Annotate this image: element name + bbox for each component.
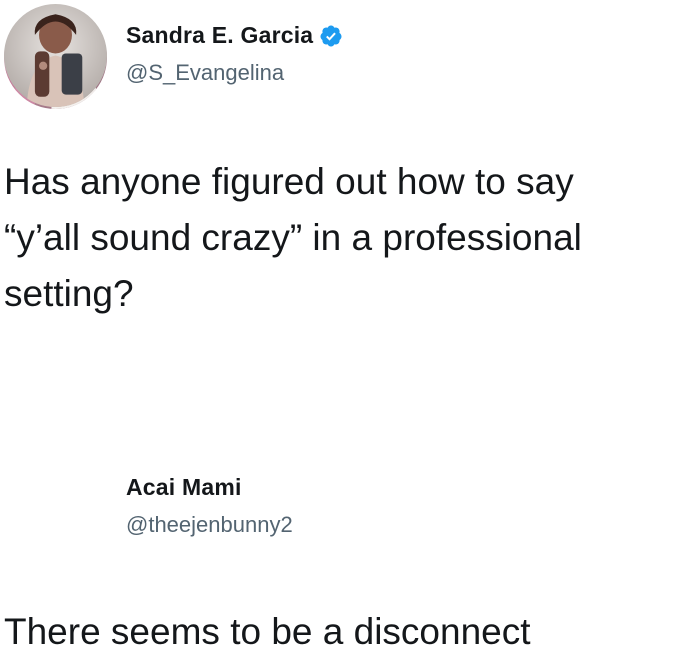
tweet-text-line: “y’all sound crazy” in a professional [4,217,582,258]
tweet-text: Has anyone figured out how to say “y’all… [4,154,700,322]
tweet-text-line: setting? [4,273,134,314]
author-display-name[interactable]: Sandra E. Garcia [126,22,313,49]
tweet-text: There seems to be a disconnect [4,604,700,660]
author-name-row: Acai Mami [126,474,242,501]
author-name-row: Sandra E. Garcia [126,22,343,49]
verified-badge-icon [319,24,343,48]
author-handle[interactable]: @S_Evangelina [126,60,284,86]
profile-avatar[interactable] [4,4,107,107]
tweet-text-line: Has anyone figured out how to say [4,161,574,202]
tweet-text-line: There seems to be a disconnect [4,611,531,652]
author-handle[interactable]: @theejenbunny2 [126,512,293,538]
avatar-photo-icon [4,4,107,107]
author-display-name[interactable]: Acai Mami [126,474,242,501]
